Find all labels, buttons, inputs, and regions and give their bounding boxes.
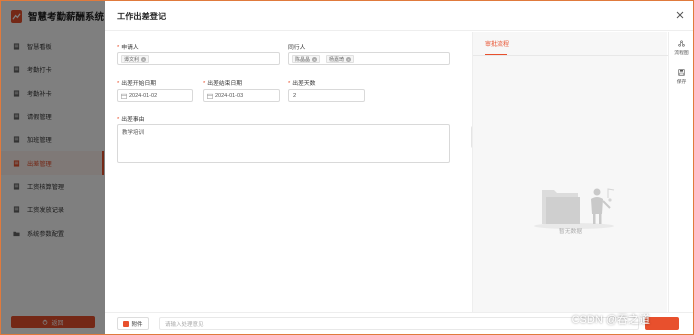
close-icon[interactable] — [675, 10, 685, 20]
submit-button[interactable] — [645, 317, 679, 330]
business-trip-drawer: 工作出差登记 * 申请人 谭文利 × 同行人 陈晶晶 × 杨嘉琦 × * 出差开始日期 2… — [105, 1, 693, 334]
attachment-button[interactable]: 附件 — [117, 317, 149, 330]
start-date-value: 2024-01-02 — [129, 92, 158, 99]
empty-state-text: 暂无数据 — [558, 229, 583, 235]
save-icon — [678, 69, 685, 76]
csdn-watermark: CSDN @吞之道 — [571, 314, 650, 326]
empty-state-illustration-icon — [534, 188, 615, 229]
tab-approval-flow[interactable]: 审批流程 — [485, 39, 509, 48]
reason-value: 教学培训 — [122, 130, 145, 136]
reason-textarea[interactable]: 教学培训 — [117, 124, 450, 163]
start-date-picker[interactable]: 2024-01-02 — [117, 89, 193, 102]
attachment-button-label: 附件 — [131, 321, 143, 328]
days-value: 2 — [293, 92, 297, 99]
days-label-wrap: * 出差天数 — [288, 78, 315, 87]
attachment-icon — [123, 320, 130, 327]
start-date-label-wrap: * 出差开始日期 — [117, 78, 156, 87]
drawer-title: 工作出差登记 — [117, 11, 167, 21]
start-date-label: * 出差开始日期 — [117, 81, 157, 87]
comment-input[interactable]: 请输入处理意见 — [159, 317, 639, 330]
end-date-label: * 出差结束日期 — [203, 81, 243, 87]
days-label: * 出差天数 — [288, 81, 316, 87]
reason-label-wrap: * 出差事由 — [117, 114, 144, 123]
applicant-select[interactable]: 谭文利 × — [117, 52, 280, 65]
save-button-label: 保存 — [676, 80, 687, 85]
approval-flow-panel: 审批流程 暂无数据 — [472, 32, 668, 312]
applicant-tag: 谭文利 × — [121, 55, 150, 63]
remove-tag-icon[interactable]: × — [346, 56, 352, 62]
calendar-icon — [121, 93, 127, 99]
remove-tag-icon[interactable]: × — [312, 56, 318, 62]
reason-label: * 出差事由 — [117, 117, 145, 123]
end-date-picker[interactable]: 2024-01-03 — [203, 89, 280, 102]
end-date-label-wrap: * 出差结束日期 — [203, 78, 242, 87]
comment-placeholder: 请输入处理意见 — [165, 321, 204, 328]
trip-form: * 申请人 谭文利 × 同行人 陈晶晶 × 杨嘉琦 × * 出差开始日期 2024-01-… — [105, 32, 471, 312]
companion-tag: 陈晶晶 × — [292, 55, 321, 63]
remove-tag-icon[interactable]: × — [141, 56, 147, 62]
drawer-header: 工作出差登记 — [105, 1, 693, 31]
flowchart-button-label: 流程图 — [674, 51, 689, 56]
applicant-label-wrap: * 申请人 — [117, 42, 139, 51]
companions-label-wrap: 同行人 — [288, 42, 305, 51]
flowchart-button[interactable]: 流程图 — [669, 40, 694, 56]
days-input[interactable]: 2 — [288, 89, 365, 102]
companions-select[interactable]: 陈晶晶 × 杨嘉琦 × — [288, 52, 450, 65]
flowchart-icon — [678, 40, 685, 47]
save-button[interactable]: 保存 — [669, 69, 694, 85]
tab-divider — [473, 55, 668, 56]
companion-tag: 杨嘉琦 × — [326, 55, 355, 63]
companions-label: 同行人 — [288, 45, 306, 51]
calendar-icon — [207, 93, 213, 99]
right-action-rail: 流程图 保存 — [668, 32, 693, 312]
end-date-value: 2024-01-03 — [215, 92, 244, 99]
applicant-label: * 申请人 — [117, 45, 139, 51]
